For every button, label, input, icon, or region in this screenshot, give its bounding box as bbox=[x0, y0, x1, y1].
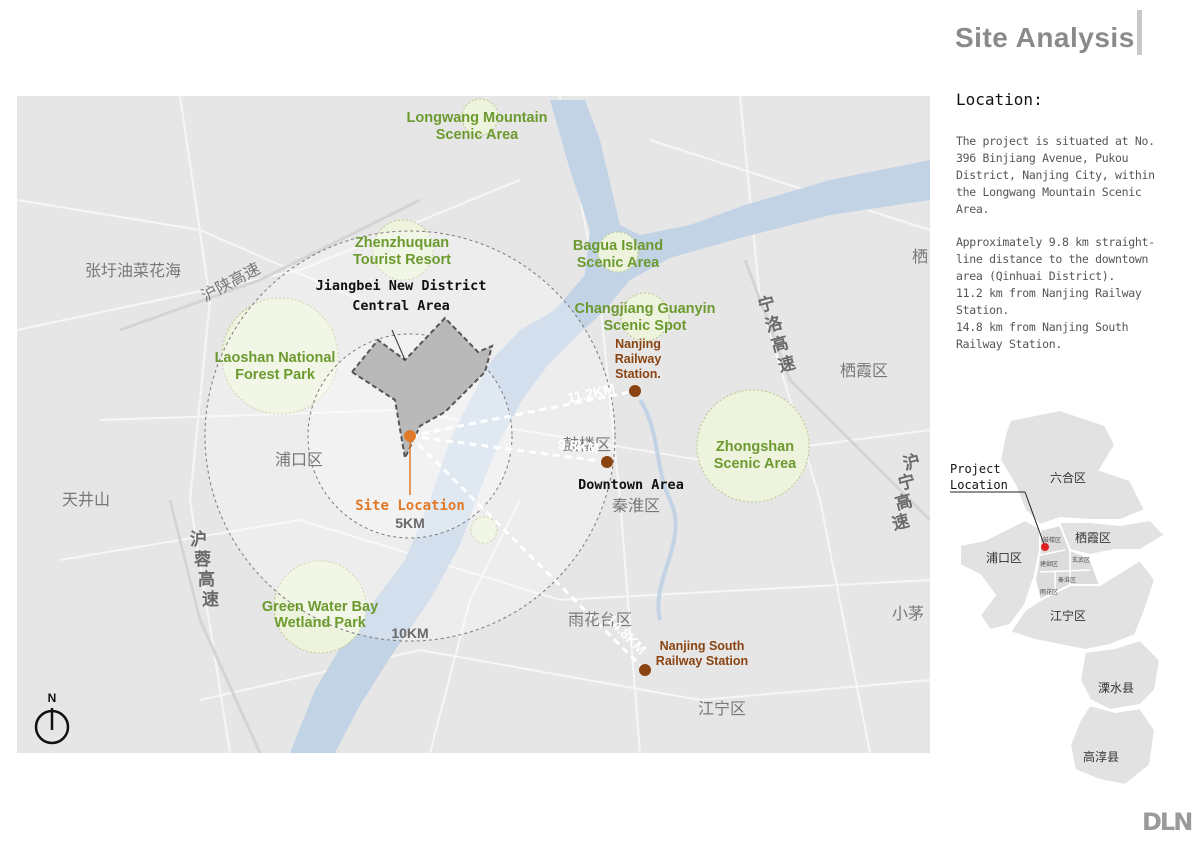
label-bagua-1: Bagua Island bbox=[573, 238, 663, 254]
minimap-liuhe bbox=[998, 408, 1147, 527]
label-central-area-1: Jiangbei New District bbox=[316, 278, 487, 294]
label-site-location: Site Location bbox=[355, 498, 465, 514]
minimap-label-qinhuai: 秦淮区 bbox=[1058, 576, 1076, 584]
brand-logo: DLN bbox=[1142, 808, 1193, 836]
minimap-label-pukou: 浦口区 bbox=[986, 551, 1022, 565]
north-compass-icon: N bbox=[34, 691, 70, 745]
minimap-label-gulou: 鼓楼区 bbox=[1043, 536, 1061, 544]
place-jiangning: 江宁区 bbox=[698, 699, 746, 718]
minimap-label-jiangning: 江宁区 bbox=[1050, 608, 1086, 623]
label-guanyin-1: Changjiang Guanyin bbox=[575, 301, 716, 317]
site-marker bbox=[404, 430, 416, 442]
label-zhongshan-2: Scenic Area bbox=[714, 456, 797, 472]
label-zhenzhuquan-2: Tourist Resort bbox=[353, 252, 451, 268]
label-ring-10km: 10KM bbox=[391, 625, 428, 641]
minimap-label-xuanwu: 玄武区 bbox=[1072, 556, 1090, 564]
label-downtown: Downtown Area bbox=[578, 477, 684, 493]
nanjing-district-minimap: Project Location 六合区 浦口区 栖霞区 江宁区 溧水县 高淳县… bbox=[950, 408, 1167, 787]
place-hurong-2: 蓉 bbox=[194, 549, 211, 570]
location-paragraph-2: Approximately 9.8 km straight-line dista… bbox=[956, 234, 1171, 353]
railway-station-marker bbox=[629, 385, 641, 397]
minimap-project-label-2: Location bbox=[950, 478, 1008, 492]
place-hurong-1: 沪 bbox=[190, 529, 207, 550]
label-railway-2: Railway bbox=[615, 352, 662, 366]
place-qinhuai: 秦淮区 bbox=[612, 496, 660, 515]
minimap-project-marker bbox=[1041, 543, 1049, 551]
distance-line-south: 14.8 km from Nanjing South Railway Stati… bbox=[956, 320, 1129, 351]
label-guanyin-2: Scenic Spot bbox=[604, 318, 687, 334]
label-laoshan-2: Forest Park bbox=[235, 367, 316, 383]
label-south-station-1: Nanjing South bbox=[660, 639, 745, 653]
compass-label: N bbox=[48, 691, 57, 705]
minimap-label-gaochun: 高淳县 bbox=[1083, 749, 1119, 764]
place-hurong-3: 高 bbox=[198, 569, 215, 590]
minimap-label-liuhe: 六合区 bbox=[1050, 470, 1086, 485]
minimap-label-yuhua: 雨花区 bbox=[1040, 588, 1058, 596]
minimap-project-label-1: Project bbox=[950, 462, 1001, 476]
place-xiaomao: 小茅 bbox=[892, 604, 924, 623]
place-qi-edge: 栖 bbox=[912, 247, 928, 266]
label-central-area-2: Central Area bbox=[352, 298, 450, 314]
downtown-marker bbox=[601, 456, 613, 468]
title-accent-bar bbox=[1137, 10, 1142, 55]
minimap-lishui bbox=[1078, 638, 1162, 712]
place-hurong-4: 速 bbox=[202, 589, 219, 610]
location-heading: Location: bbox=[956, 90, 1043, 109]
label-south-station-2: Railway Station bbox=[656, 654, 748, 668]
label-ring-5km: 5KM bbox=[395, 515, 425, 531]
label-greenwater-2: Wetland Park bbox=[274, 615, 367, 631]
label-laoshan-1: Laoshan National bbox=[215, 350, 336, 366]
page-title: Site Analysis bbox=[955, 22, 1135, 53]
south-station-marker bbox=[639, 664, 651, 676]
place-tianjing: 天井山 bbox=[62, 490, 110, 509]
minimap-label-lishui: 溧水县 bbox=[1098, 681, 1134, 695]
distance-line-downtown: Approximately 9.8 km straight-line dista… bbox=[956, 235, 1155, 283]
site-analysis-map: 张圩油菜花海 沪陕高速 浦口区 天井山 沪 蓉 高 速 鼓楼区 秦淮区 雨花台区… bbox=[17, 96, 930, 753]
label-longwang-1: Longwang Mountain bbox=[407, 110, 548, 126]
place-youcai: 张圩油菜花海 bbox=[85, 261, 181, 280]
label-greenwater-1: Green Water Bay bbox=[262, 599, 378, 615]
label-bagua-2: Scenic Area bbox=[577, 255, 660, 271]
label-railway-3: Station. bbox=[615, 367, 661, 381]
label-railway-1: Nanjing bbox=[615, 337, 661, 351]
label-longwang-2: Scenic Area bbox=[436, 127, 519, 143]
location-paragraph-1: The project is situated at No. 396 Binji… bbox=[956, 134, 1155, 216]
label-zhenzhuquan-1: Zhenzhuquan bbox=[355, 235, 449, 251]
minimap-label-qixia: 栖霞区 bbox=[1075, 530, 1111, 545]
minimap-label-jianye: 建邺区 bbox=[1040, 560, 1058, 568]
distance-line-railway: 11.2 km from Nanjing Railway Station. bbox=[956, 286, 1142, 317]
place-pukou: 浦口区 bbox=[275, 450, 323, 469]
minimap-gaochun bbox=[1068, 703, 1157, 787]
label-zhongshan-1: Zhongshan bbox=[716, 439, 794, 455]
place-qixia: 栖霞区 bbox=[840, 361, 888, 380]
